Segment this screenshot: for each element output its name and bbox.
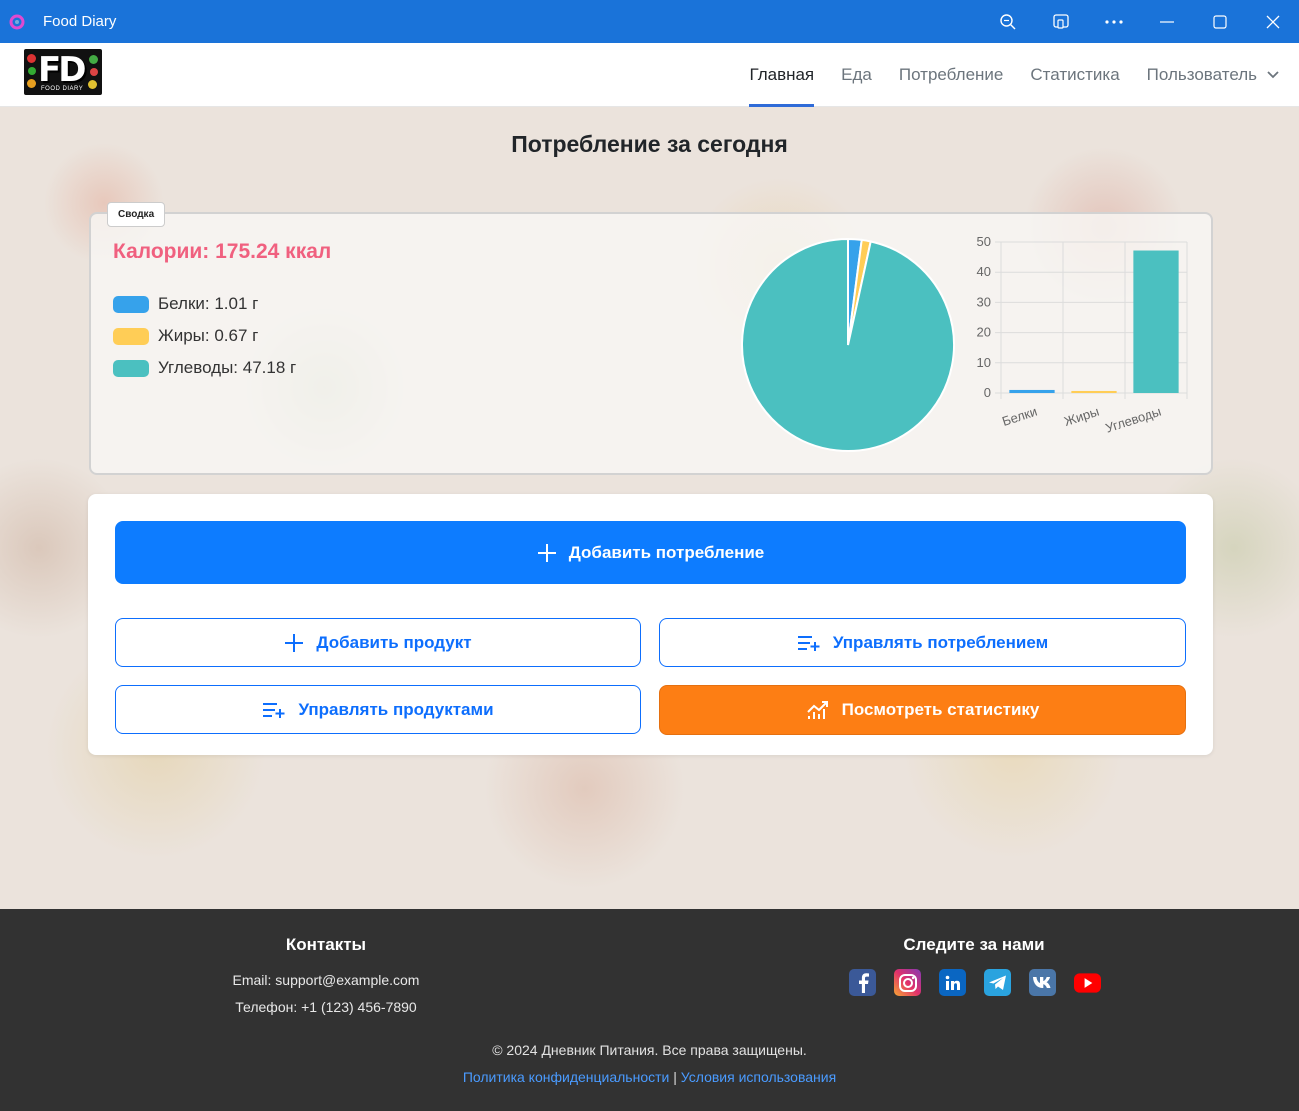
summary-tag: Сводка	[107, 202, 166, 227]
window-title: Food Diary	[43, 13, 117, 30]
vk-icon[interactable]	[1029, 969, 1056, 996]
zoom-icon[interactable]	[981, 0, 1034, 43]
page-title: Потребление за сегодня	[511, 131, 788, 157]
plus-icon	[537, 543, 556, 562]
summary-card: Сводка Калории: 175.24 ккал Белки: 1.01 …	[89, 202, 1213, 475]
legend-swatch-carbs	[113, 359, 149, 377]
y-tick-label: 40	[977, 264, 991, 279]
cast-icon[interactable]	[1034, 0, 1087, 43]
nav-links: Главная Еда Потребление Статистика Польз…	[722, 43, 1279, 107]
links-separator: |	[673, 1069, 677, 1085]
chevron-down-icon	[1267, 71, 1279, 79]
manage-products-button[interactable]: Управлять продуктами	[115, 685, 641, 734]
add-consumption-button[interactable]: Добавить потребление	[115, 521, 1186, 584]
nav-user-dropdown[interactable]: Пользователь	[1147, 43, 1279, 107]
minimize-icon[interactable]	[1140, 0, 1193, 43]
facebook-icon[interactable]	[849, 969, 876, 996]
instagram-icon[interactable]	[894, 969, 921, 996]
logo-text: FD	[38, 50, 86, 90]
window-titlebar: Food Diary	[0, 0, 1299, 43]
y-tick-label: 10	[977, 355, 991, 370]
linkedin-icon[interactable]	[939, 969, 966, 996]
pie-chart	[741, 237, 955, 452]
nav-consumption[interactable]: Потребление	[899, 43, 1004, 107]
privacy-link[interactable]: Политика конфиденциальности	[463, 1069, 670, 1085]
actions-card: Добавить потребление Добавить продукт Уп…	[88, 494, 1213, 755]
add-product-button[interactable]: Добавить продукт	[115, 618, 641, 667]
logo-subtext: FOOD DIARY	[41, 86, 84, 92]
x-tick-label: Жиры	[1062, 404, 1101, 429]
nav-food[interactable]: Еда	[841, 43, 872, 107]
nutrient-legend: Белки: 1.01 г Жиры: 0.67 г Углеводы: 47.…	[113, 288, 296, 384]
logo[interactable]: FD FOOD DIARY	[24, 49, 102, 95]
y-tick-label: 20	[977, 325, 991, 340]
footer-links: Политика конфиденциальности | Условия ис…	[0, 1069, 1299, 1085]
more-icon[interactable]	[1087, 0, 1140, 43]
legend-item-carbs: Углеводы: 47.18 г	[113, 352, 296, 384]
nav-home[interactable]: Главная	[749, 43, 814, 107]
footer: Контакты Email: support@example.com Теле…	[0, 909, 1299, 1111]
navbar: FD FOOD DIARY Главная Еда Потребление Ст…	[0, 43, 1299, 107]
terms-link[interactable]: Условия использования	[681, 1069, 836, 1085]
nav-statistics[interactable]: Статистика	[1030, 43, 1119, 107]
bar-Белки[interactable]	[1009, 389, 1055, 393]
main-content: Потребление за сегодня Сводка Калории: 1…	[0, 107, 1299, 909]
bar-Жиры[interactable]	[1071, 390, 1117, 393]
app-icon	[8, 13, 26, 31]
x-tick-label: Белки	[1000, 404, 1039, 429]
list-add-icon	[263, 702, 285, 718]
youtube-icon[interactable]	[1074, 969, 1101, 996]
manage-consumption-button[interactable]: Управлять потреблением	[659, 618, 1186, 667]
contact-email: Email: support@example.com	[232, 972, 420, 988]
pie-slice-Углеводы[interactable]	[741, 237, 955, 452]
social-links	[849, 969, 1119, 996]
contacts-title: Контакты	[285, 935, 367, 954]
y-tick-label: 30	[977, 294, 991, 309]
copyright: © 2024 Дневник Питания. Все права защище…	[492, 1042, 807, 1058]
close-icon[interactable]	[1246, 0, 1299, 43]
y-tick-label: 0	[984, 385, 991, 400]
legend-swatch-protein	[113, 295, 149, 313]
bar-chart: 0 10 20 30 40 50 Белки Жиры Углеводы	[977, 234, 1188, 436]
legend-item-fat: Жиры: 0.67 г	[113, 320, 296, 352]
y-tick-label: 50	[977, 234, 991, 249]
plus-icon	[285, 633, 304, 652]
telegram-icon[interactable]	[984, 969, 1011, 996]
bar-Углеводы[interactable]	[1133, 250, 1179, 393]
legend-item-protein: Белки: 1.01 г	[113, 288, 296, 320]
view-statistics-button[interactable]: Посмотреть статистику	[659, 685, 1186, 735]
chart-line-icon	[806, 701, 828, 719]
contact-phone: Телефон: +1 (123) 456-7890	[235, 999, 417, 1015]
maximize-icon[interactable]	[1193, 0, 1246, 43]
list-add-icon	[797, 635, 820, 651]
calories-text: Калории: 175.24 ккал	[113, 240, 332, 263]
follow-title: Следите за нами	[903, 935, 1045, 954]
x-tick-label: Углеводы	[1104, 404, 1163, 436]
legend-swatch-fat	[113, 327, 149, 345]
